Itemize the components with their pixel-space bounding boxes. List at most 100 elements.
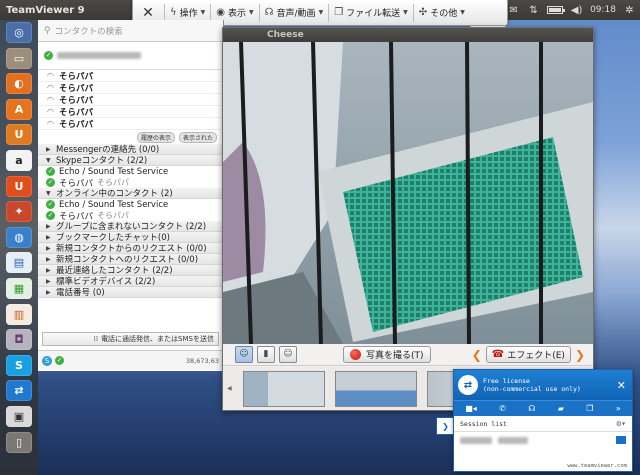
group-phone-numbers[interactable]: ▶ 電話番号 (0)	[38, 287, 223, 298]
session-item[interactable]	[454, 432, 632, 448]
volume-icon[interactable]: ◀)	[570, 5, 583, 16]
chevron-right-icon: ❯	[442, 422, 449, 431]
teamviewer-website[interactable]: www.teamviewer.com	[567, 463, 627, 469]
contact-item[interactable]: ✓ Echo / Sound Test Service	[38, 199, 223, 210]
battery-icon[interactable]	[547, 6, 566, 14]
save-icon[interactable]: ▣	[6, 405, 32, 427]
my-profile[interactable]: ✓	[38, 42, 223, 70]
settings-gear-icon[interactable]: ⚙▾	[616, 419, 626, 428]
list-item[interactable]: ◠ そらパパ	[38, 70, 223, 82]
expand-arrow-icon: ▶	[46, 222, 51, 230]
online-status-icon: ✓	[46, 167, 55, 176]
online-user-count: 38,673,63	[185, 356, 219, 365]
take-photo-button[interactable]: 写真を撮る(T)	[343, 346, 431, 363]
search-icon: ⚲	[44, 25, 51, 36]
puzzle-icon: ✣	[418, 7, 428, 18]
chat-icon[interactable]: ▰	[558, 404, 564, 413]
session-flag-icon[interactable]	[616, 436, 626, 444]
impress-icon[interactable]: ▥	[6, 303, 32, 325]
software-center-icon[interactable]: A	[6, 98, 32, 120]
update-manager-icon[interactable]: ◍	[6, 226, 32, 248]
close-session-button[interactable]: ✕	[137, 5, 159, 21]
group-online[interactable]: ▼ オンライン中のコンタクト (2)	[38, 188, 223, 199]
writer-icon[interactable]: ▤	[6, 252, 32, 274]
cheese-window: Cheese ☺ ▮ ☺ 写真を撮る(T) ❮ ☎ エフェクト(E) ❯ ◀	[222, 27, 594, 411]
phone-icon[interactable]: ✆	[499, 404, 506, 413]
history-controls: 履歴の表示 表示された	[38, 130, 223, 144]
burst-mode-button[interactable]: ☺	[279, 346, 297, 363]
online-status-icon: ✓	[46, 211, 55, 220]
group-skype[interactable]: ▼ Skypeコンタクト (2/2)	[38, 155, 223, 166]
expand-arrow-icon: ▶	[46, 255, 51, 263]
person-icon: ☺	[239, 349, 249, 359]
list-item[interactable]: ◠ そらパパ	[38, 94, 223, 106]
scroll-left-icon[interactable]: ◀	[227, 385, 232, 392]
expand-arrow-icon: ▶	[46, 288, 51, 296]
dropdown-arrow-icon: ▼	[249, 9, 254, 16]
show-history-button[interactable]: 履歴の表示	[136, 131, 175, 143]
dropdown-arrow-icon: ▼	[200, 9, 206, 16]
list-item[interactable]: ◠ そらパパ	[38, 118, 223, 130]
next-arrow-icon[interactable]: ❯	[575, 348, 585, 362]
license-line-2: (non-commercial use only)	[483, 385, 581, 393]
headset-icon[interactable]: ☊	[528, 404, 535, 413]
session-id-redacted	[460, 436, 492, 444]
clock[interactable]: 09:18	[590, 5, 616, 15]
ubuntu-one-music-icon[interactable]: U	[6, 175, 32, 197]
cheese-icon[interactable]: ◘	[6, 329, 32, 351]
video-mode-button[interactable]: ▮	[257, 346, 275, 363]
record-icon	[350, 349, 361, 360]
amazon-icon[interactable]: a	[6, 149, 32, 171]
photo-thumbnail[interactable]	[243, 370, 325, 407]
recent-list: ◠ そらパパ ◠ そらパパ ◠ そらパパ ◠ そらパパ ◠ そらパパ	[38, 70, 223, 130]
teamviewer-icon[interactable]: ⇄	[6, 380, 32, 402]
status-icon: ◠	[47, 83, 54, 92]
photo-thumbnail[interactable]	[335, 370, 417, 407]
skype-icon[interactable]: S	[6, 354, 32, 376]
contact-item[interactable]: ✓ Echo / Sound Test Service	[38, 166, 223, 177]
webcam-image	[223, 42, 593, 344]
webcam-preview	[223, 42, 593, 344]
bolt-icon: ϟ	[170, 7, 177, 18]
dash-home-icon[interactable]: ◎	[6, 22, 32, 43]
toolbar-extras-menu[interactable]: ✣ その他 ▼	[419, 6, 465, 19]
list-item[interactable]: ◠ そらパパ	[38, 82, 223, 94]
teamviewer-panel-toolbar: ■◂ ✆ ☊ ▰ ❐ »	[454, 400, 632, 416]
ubuntu-one-icon[interactable]: U	[6, 124, 32, 146]
shown-button[interactable]: 表示された	[178, 131, 217, 143]
skype-status-icon[interactable]: S	[42, 355, 52, 366]
effects-button[interactable]: ☎ エフェクト(E)	[485, 346, 571, 363]
system-tray: ◠ ✉ ⇅ ◀) 09:18 ✲	[487, 0, 636, 20]
license-line-1: Free license	[483, 377, 530, 385]
online-status-icon[interactable]: ✓	[55, 356, 64, 365]
toolbar-view-menu[interactable]: ◉ 表示 ▼	[216, 6, 253, 19]
files-icon[interactable]: ▭	[6, 47, 32, 69]
panel-expand-button[interactable]: ❯	[436, 417, 454, 435]
transfer-icon[interactable]: ⇅	[527, 5, 540, 16]
more-icon[interactable]: »	[616, 404, 621, 413]
previous-arrow-icon[interactable]: ❮	[472, 348, 482, 362]
toolbar-audio-video-menu[interactable]: ☊ 音声/動画 ▼	[265, 6, 324, 19]
photo-mode-button[interactable]: ☺	[235, 346, 253, 363]
calc-icon[interactable]: ▦	[6, 277, 32, 299]
collapse-arrow-icon: ▼	[46, 156, 51, 164]
video-icon[interactable]: ■◂	[465, 404, 477, 413]
firefox-icon[interactable]: ◐	[6, 73, 32, 95]
mail-icon[interactable]: ✉	[507, 5, 520, 16]
window-title: Cheese	[223, 28, 593, 42]
file-transfer-icon: ❐	[334, 7, 344, 18]
files-icon[interactable]: ❐	[586, 404, 593, 413]
expand-arrow-icon: ▶	[46, 244, 51, 252]
contact-search[interactable]: ⚲ コンタクトの検索	[38, 20, 223, 42]
online-status-icon: ✓	[44, 51, 53, 60]
search-input[interactable]: コンタクトの検索	[55, 25, 123, 37]
system-settings-icon[interactable]: ✦	[6, 201, 32, 223]
gear-icon[interactable]: ✲	[623, 5, 636, 16]
close-icon[interactable]: ✕	[617, 379, 626, 392]
teamviewer-panel-header: ⇄ Free license (non-commercial use only)…	[454, 370, 632, 400]
call-phones-button[interactable]: ⁞⁞ 電話に通話発信、またはSMSを送信	[42, 332, 219, 346]
toolbar-actions-menu[interactable]: ϟ 操作 ▼	[170, 6, 205, 19]
trash-icon[interactable]: ▯	[6, 431, 32, 453]
toolbar-file-transfer-menu[interactable]: ❐ ファイル転送 ▼	[334, 6, 408, 19]
list-item[interactable]: ◠ そらパパ	[38, 106, 223, 118]
